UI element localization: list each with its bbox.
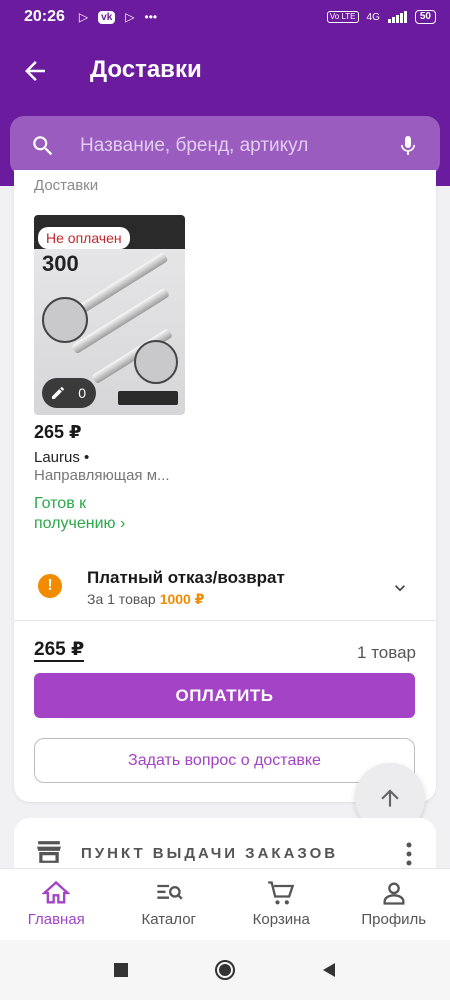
back-button[interactable] <box>20 56 50 86</box>
separator-dot: • <box>84 449 90 466</box>
home-system-button[interactable] <box>213 958 237 982</box>
profile-icon <box>383 882 405 905</box>
pay-button[interactable]: ОПЛАТИТЬ <box>34 673 415 718</box>
divider <box>14 620 436 621</box>
nav-cart-label: Корзина <box>252 911 310 928</box>
square-icon <box>114 963 128 977</box>
image-caption <box>118 391 178 405</box>
ready-status-link[interactable]: Готов к получению › <box>34 494 164 534</box>
bottom-navigation: Главная Каталог Корзина Профиль <box>0 868 450 940</box>
media-play-icon: ▷ <box>78 10 89 24</box>
nav-cart[interactable]: Корзина <box>225 869 338 940</box>
image-size-label: 300 <box>42 251 79 276</box>
search-icon <box>33 136 53 156</box>
search-input[interactable] <box>80 135 396 157</box>
nav-catalog[interactable]: Каталог <box>113 869 226 940</box>
status-time: 20:26 <box>24 8 65 25</box>
store-icon <box>37 841 61 863</box>
chevron-down-icon[interactable] <box>390 578 410 598</box>
order-total: 265 ₽ <box>34 639 85 662</box>
battery-icon: 50 <box>414 10 436 24</box>
product-image[interactable]: 300 Не оплачен 0 <box>34 215 185 415</box>
pickup-point-title: ПУНКТ ВЫДАЧИ ЗАКАЗОВ <box>81 845 339 862</box>
circle-icon <box>215 960 235 980</box>
brand-name: Laurus <box>34 449 80 466</box>
system-navigation-bar <box>0 940 450 1000</box>
arrow-up-icon <box>381 789 399 807</box>
product-brand: Laurus • <box>34 449 89 466</box>
edit-icon <box>52 387 64 399</box>
triangle-back-icon <box>323 963 335 977</box>
catalog-icon <box>157 884 183 900</box>
microphone-icon[interactable] <box>396 132 420 160</box>
search-bar[interactable] <box>10 116 440 176</box>
vk-notification-icon: vk <box>98 10 116 24</box>
network-type: 4G <box>366 11 380 23</box>
arrow-left-icon <box>25 61 45 81</box>
signal-icon <box>387 11 407 23</box>
recent-apps-button[interactable] <box>109 958 133 982</box>
paid-return-fee: 1000 ₽ <box>159 591 205 607</box>
review-count: 0 <box>78 385 86 401</box>
nav-profile[interactable]: Профиль <box>338 869 450 940</box>
more-vert-icon[interactable] <box>406 842 412 866</box>
nav-profile-label: Профиль <box>361 911 427 928</box>
warning-icon: ! <box>38 574 62 598</box>
delivery-card: Доставки 300 Не оплачен 0 265 ₽ Laurus •… <box>14 170 436 802</box>
cart-icon <box>268 881 295 905</box>
page-title: Доставки <box>90 56 202 83</box>
paid-return-row[interactable]: ! Платный отказ/возврат За 1 товар 1000 ₽ <box>14 562 436 618</box>
paid-return-count: За 1 товар <box>87 591 156 607</box>
ask-question-button[interactable]: Задать вопрос о доставке <box>34 738 415 783</box>
app-header: Доставки <box>0 34 450 186</box>
paid-return-subtitle: За 1 товар 1000 ₽ <box>87 591 204 608</box>
volte-icon: Vo LTE <box>326 11 359 23</box>
nav-home[interactable]: Главная <box>0 869 113 940</box>
home-icon <box>42 880 71 904</box>
item-count: 1 товар <box>357 643 416 662</box>
media-play-icon-2: ▷ <box>125 10 135 24</box>
detail-circle <box>42 297 88 343</box>
nav-home-label: Главная <box>27 911 85 928</box>
payment-status-badge: Не оплачен <box>38 227 130 249</box>
product-name: Направляющая м... <box>34 467 170 484</box>
product-price: 265 ₽ <box>34 422 82 442</box>
back-system-button[interactable] <box>317 958 341 982</box>
review-badge[interactable]: 0 <box>42 378 96 408</box>
section-label: Доставки <box>34 178 99 194</box>
status-bar: 20:26 ▷ vk ▷ ••• Vo LTE 4G 50 <box>0 0 450 34</box>
detail-circle-2 <box>134 340 178 384</box>
paid-return-title: Платный отказ/возврат <box>87 568 285 587</box>
more-notifications-icon: ••• <box>144 10 158 24</box>
nav-catalog-label: Каталог <box>141 911 197 928</box>
